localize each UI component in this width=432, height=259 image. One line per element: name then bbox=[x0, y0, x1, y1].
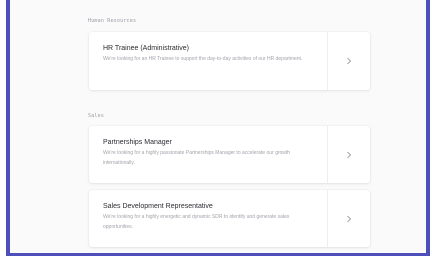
job-card-partnerships-manager[interactable]: Partnerships Manager We're looking for a… bbox=[89, 126, 370, 183]
job-description: We're looking for a highly energetic and… bbox=[103, 214, 290, 230]
job-title[interactable]: Sales Development Representative bbox=[103, 202, 313, 211]
job-title[interactable]: Partnerships Manager bbox=[103, 138, 313, 147]
job-description: We're looking for a highly passionate Pa… bbox=[103, 150, 291, 166]
open-job-button[interactable] bbox=[328, 126, 370, 183]
job-card-body: Sales Development Representative We're l… bbox=[89, 190, 327, 247]
job-listings: Human Resources HR Trainee (Administrati… bbox=[10, 0, 426, 253]
job-card-body: HR Trainee (Administrative) We're lookin… bbox=[89, 32, 327, 90]
chevron-right-icon bbox=[347, 151, 352, 158]
chevron-right-icon bbox=[347, 215, 352, 222]
job-title[interactable]: HR Trainee (Administrative) bbox=[103, 44, 313, 53]
open-job-button[interactable] bbox=[328, 190, 370, 247]
page-frame: Human Resources HR Trainee (Administrati… bbox=[6, 0, 430, 256]
job-card-sales-development-representative[interactable]: Sales Development Representative We're l… bbox=[89, 190, 370, 247]
job-card-body: Partnerships Manager We're looking for a… bbox=[89, 126, 327, 183]
chevron-right-icon bbox=[347, 57, 352, 65]
section-label-human-resources: Human Resources bbox=[88, 18, 137, 24]
job-description: We're looking for an HR Trainee to suppo… bbox=[103, 56, 303, 62]
open-job-button[interactable] bbox=[328, 32, 370, 90]
job-card-hr-trainee[interactable]: HR Trainee (Administrative) We're lookin… bbox=[89, 32, 370, 90]
section-label-sales: Sales bbox=[88, 113, 105, 119]
